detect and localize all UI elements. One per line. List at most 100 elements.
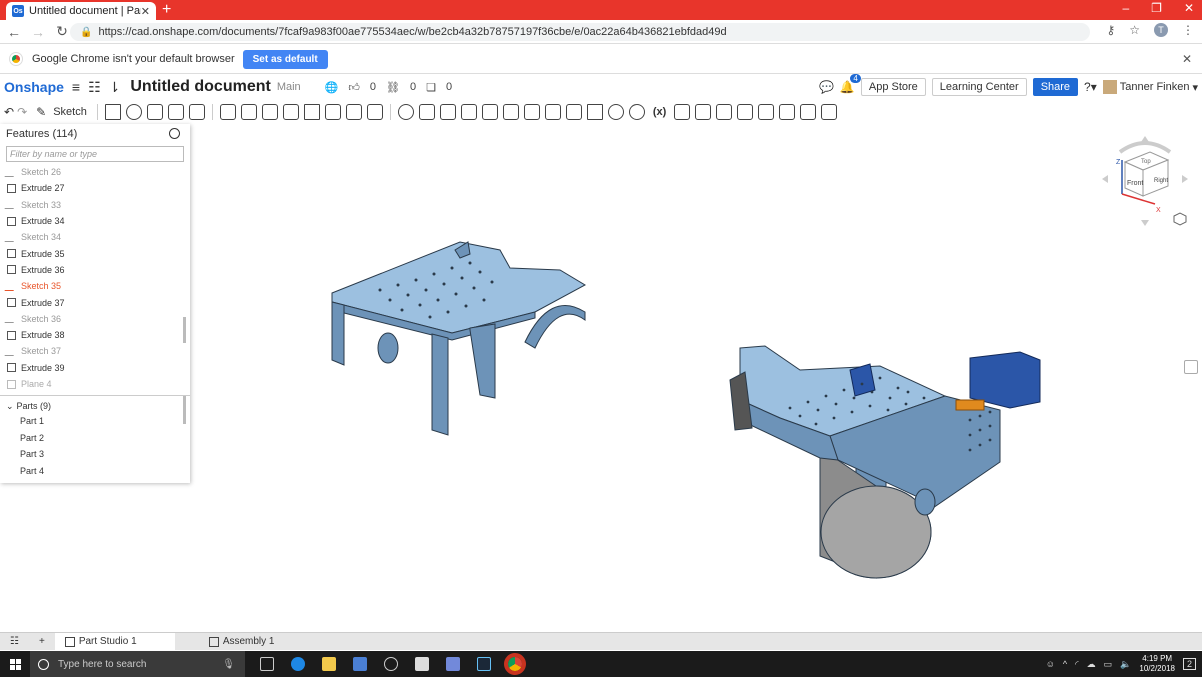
- boolean-icon[interactable]: [397, 104, 414, 120]
- branch-name[interactable]: Main: [277, 81, 301, 93]
- transform-icon[interactable]: [439, 104, 456, 120]
- copy-icon[interactable]: ❏: [426, 81, 436, 94]
- view-cube[interactable]: Top Front Right Z X: [1100, 134, 1190, 229]
- people-icon[interactable]: ☺: [1046, 659, 1055, 669]
- close-tab-icon[interactable]: ✕: [141, 5, 150, 18]
- feature-list-icon[interactable]: ☷: [88, 79, 101, 96]
- menu-icon[interactable]: ≡: [72, 79, 80, 95]
- tray-chevron-icon[interactable]: ^: [1063, 659, 1067, 669]
- move-face-icon[interactable]: [502, 104, 519, 120]
- side-panel-toggle-icon[interactable]: [1184, 360, 1198, 374]
- taskbar-search[interactable]: Type here to search 🎙: [30, 651, 245, 677]
- comments-icon[interactable]: 💬: [819, 80, 834, 94]
- wifi-icon[interactable]: ◜: [1075, 659, 1079, 670]
- link-icon[interactable]: ⛓: [386, 81, 400, 94]
- feature-item[interactable]: Plane 4: [0, 376, 190, 392]
- battery-icon[interactable]: ▭: [1104, 659, 1113, 670]
- feature-item[interactable]: Sketch 33: [0, 197, 190, 213]
- steam-icon[interactable]: [477, 657, 491, 671]
- model-viewport[interactable]: [320, 230, 1080, 590]
- insert-icon[interactable]: ⇂: [109, 79, 121, 96]
- fillet-icon[interactable]: [219, 104, 236, 120]
- reload-icon[interactable]: ↻: [52, 23, 72, 40]
- feature-item[interactable]: Sketch 34: [0, 229, 190, 245]
- feature-filter-input[interactable]: Filter by name or type: [6, 146, 184, 162]
- corner-icon[interactable]: [737, 104, 754, 120]
- tab-icon[interactable]: [716, 104, 733, 120]
- close-infobar-icon[interactable]: ✕: [1182, 52, 1192, 66]
- globe-icon[interactable]: 🌐: [325, 81, 339, 94]
- feature-item[interactable]: Extrude 38: [0, 327, 190, 343]
- parts-list-scrollbar[interactable]: [183, 396, 186, 424]
- help-icon[interactable]: ?▾: [1084, 80, 1097, 94]
- pattern-icon[interactable]: [345, 104, 362, 120]
- chrome-icon[interactable]: [504, 653, 526, 675]
- new-tab-icon[interactable]: +: [162, 1, 171, 19]
- part-item[interactable]: Part 1: [0, 413, 190, 430]
- learning-center-button[interactable]: Learning Center: [931, 78, 1027, 96]
- add-custom-feature-icon[interactable]: [821, 104, 838, 120]
- browser-menu-icon[interactable]: ⋮: [1182, 23, 1194, 37]
- key-icon[interactable]: ⚷: [1106, 23, 1115, 37]
- extrude-icon[interactable]: [104, 104, 121, 120]
- browser-tab[interactable]: Os Untitled document | Part Studio ✕: [6, 2, 156, 20]
- sweep-icon[interactable]: [146, 104, 163, 120]
- feature-item[interactable]: Extrude 27: [0, 180, 190, 196]
- shell-icon[interactable]: [303, 104, 320, 120]
- feature-item[interactable]: Extrude 36: [0, 262, 190, 278]
- start-button[interactable]: [0, 658, 30, 670]
- app-store-button[interactable]: App Store: [860, 78, 926, 96]
- sketch-button[interactable]: Sketch: [53, 106, 87, 118]
- set-default-button[interactable]: Set as default: [242, 49, 328, 69]
- discord-icon[interactable]: [446, 657, 460, 671]
- finish-sheet-icon[interactable]: [800, 104, 817, 120]
- helix-icon[interactable]: [607, 104, 624, 120]
- feature-item[interactable]: Extrude 34: [0, 213, 190, 229]
- feature-item[interactable]: Sketch 37: [0, 343, 190, 359]
- store-icon[interactable]: [353, 657, 367, 671]
- cloud-icon[interactable]: ☁: [1087, 659, 1096, 670]
- close-window-icon[interactable]: ✕: [1184, 1, 1194, 15]
- undo-icon[interactable]: ↶: [4, 105, 14, 119]
- maximize-icon[interactable]: ❐: [1151, 1, 1162, 15]
- draft-icon[interactable]: [261, 104, 278, 120]
- forward-icon[interactable]: →: [28, 24, 48, 40]
- action-center-icon[interactable]: 2: [1182, 658, 1196, 670]
- sketch-pencil-icon[interactable]: ✎: [36, 105, 46, 119]
- tab-list-icon[interactable]: ☷: [0, 633, 29, 651]
- loft-icon[interactable]: [167, 104, 184, 120]
- settings-gear-icon[interactable]: [384, 657, 398, 671]
- feature-list-scrollbar[interactable]: [183, 317, 186, 343]
- redo-icon[interactable]: ↷: [17, 105, 27, 119]
- minimize-icon[interactable]: –: [1122, 1, 1129, 15]
- flange-icon[interactable]: [695, 104, 712, 120]
- user-menu[interactable]: Tanner Finken ▾: [1102, 80, 1198, 94]
- bookmark-star-icon[interactable]: ☆: [1129, 23, 1140, 37]
- volume-icon[interactable]: 🔈: [1120, 659, 1131, 670]
- feature-item[interactable]: Extrude 39: [0, 360, 190, 376]
- part-item[interactable]: Part 2: [0, 430, 190, 447]
- like-icon[interactable]: 👍︎: [348, 81, 360, 94]
- modify-fillet-icon[interactable]: [481, 104, 498, 120]
- delete-part-icon[interactable]: [460, 104, 477, 120]
- parts-header[interactable]: ⌄ Parts (9): [0, 399, 190, 413]
- variable-button[interactable]: (x): [653, 106, 666, 118]
- chamfer-icon[interactable]: [240, 104, 257, 120]
- split-icon[interactable]: [418, 104, 435, 120]
- sheet-metal-icon[interactable]: [674, 104, 691, 120]
- mail-icon[interactable]: [415, 657, 429, 671]
- add-tab-icon[interactable]: +: [29, 633, 55, 651]
- mirror-icon[interactable]: [366, 104, 383, 120]
- mate-connector-icon[interactable]: [586, 104, 603, 120]
- revolve-icon[interactable]: [125, 104, 142, 120]
- edge-icon[interactable]: [291, 657, 305, 671]
- profile-avatar[interactable]: T: [1154, 23, 1168, 37]
- taskbar-clock[interactable]: 4:19 PM 10/2/2018: [1139, 654, 1175, 674]
- replace-face-icon[interactable]: [523, 104, 540, 120]
- bend-relief-icon[interactable]: [758, 104, 775, 120]
- part-item[interactable]: Part 4: [0, 463, 190, 480]
- part-item[interactable]: Part 3: [0, 446, 190, 463]
- feature-item[interactable]: Sketch 35: [0, 278, 190, 294]
- feature-item[interactable]: Extrude 35: [0, 245, 190, 261]
- feature-item[interactable]: Extrude 37: [0, 294, 190, 310]
